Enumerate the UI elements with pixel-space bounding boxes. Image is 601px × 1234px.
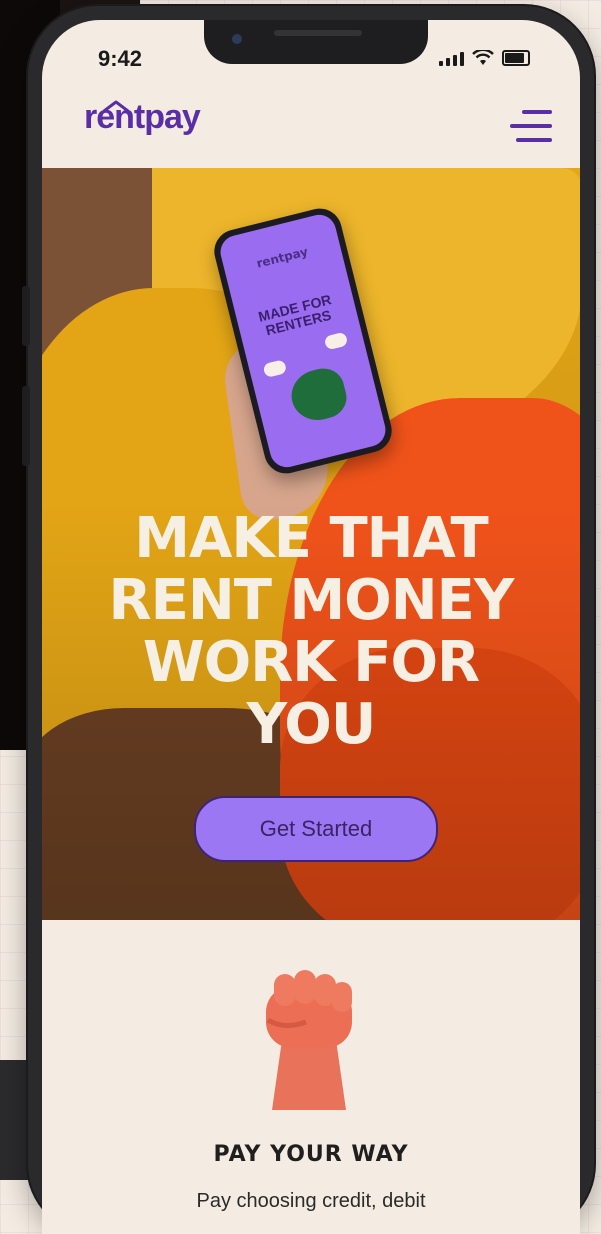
mini-phone-logo: rentpay (255, 244, 310, 271)
hero-headline: MAKE THAT RENT MONEY WORK FOR YOU (108, 506, 515, 757)
plant-icon (286, 364, 351, 426)
feature-description: Pay choosing credit, debit (196, 1190, 426, 1212)
get-started-button[interactable]: Get Started (194, 796, 438, 862)
hamburger-menu-icon[interactable] (510, 110, 552, 144)
hero-section: rentpay MADE FOR RENTERS MAKE THAT RENT … (42, 168, 580, 920)
signal-icon (439, 52, 464, 66)
phone-screen: 9:42 rentpay rentpay MADE FOR RENTERS MA… (42, 20, 580, 1234)
camera-icon (232, 34, 242, 44)
status-time: 9:42 (98, 46, 143, 71)
volume-button (22, 286, 30, 346)
speaker-grille (274, 30, 362, 36)
wifi-icon (472, 50, 494, 65)
raised-fist-icon (266, 970, 352, 1110)
notch (204, 20, 428, 64)
battery-icon (502, 50, 530, 66)
house-roof-icon (103, 100, 129, 112)
volume-button (22, 386, 30, 466)
cloud-icon (262, 359, 288, 379)
phone-frame: 9:42 rentpay rentpay MADE FOR RENTERS MA… (22, 6, 594, 1234)
status-icons (439, 50, 530, 66)
cloud-icon (323, 331, 349, 351)
feature-title: PAY YOUR WAY (213, 1142, 409, 1167)
